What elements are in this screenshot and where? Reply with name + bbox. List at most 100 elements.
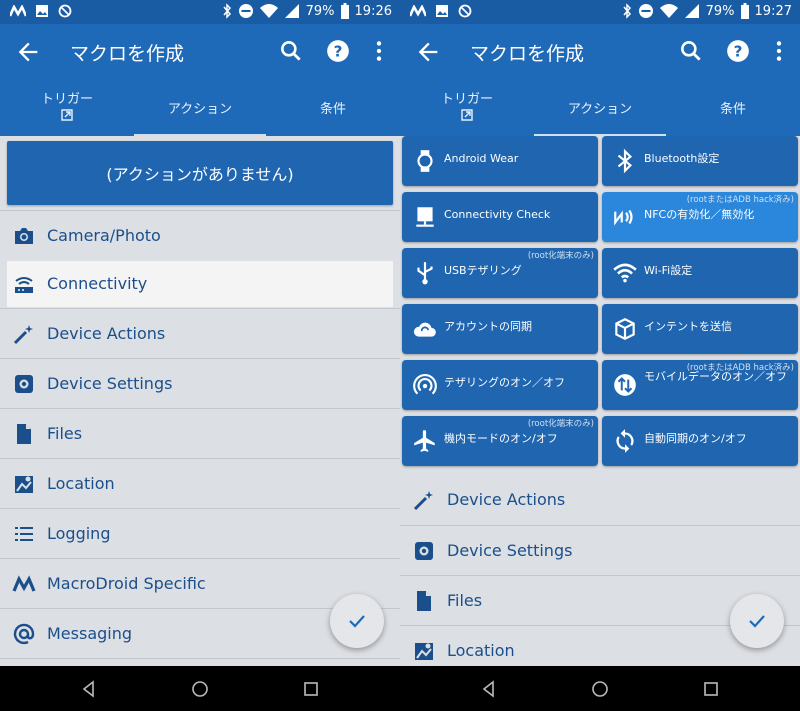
tab-condition[interactable]: 条件 bbox=[266, 80, 400, 136]
nav-recents-icon[interactable] bbox=[301, 679, 321, 699]
list-divider bbox=[0, 658, 400, 666]
action-label: Android Wear bbox=[444, 152, 519, 165]
usb-icon bbox=[417, 262, 433, 285]
category-device-settings[interactable]: Device Settings bbox=[0, 358, 400, 408]
nav-home-icon[interactable] bbox=[590, 679, 610, 699]
svg-text:?: ? bbox=[734, 42, 743, 60]
file-icon bbox=[17, 424, 31, 444]
action-bluetooth[interactable]: Bluetooth設定 bbox=[602, 136, 798, 186]
bluetooth-icon bbox=[223, 3, 231, 19]
dnd-icon bbox=[638, 4, 653, 18]
macrodroid-icon bbox=[12, 575, 36, 592]
search-icon[interactable] bbox=[278, 38, 304, 64]
category-label: Files bbox=[447, 591, 483, 610]
network-check-icon bbox=[416, 207, 434, 227]
action-connectivity-check[interactable]: Connectivity Check bbox=[402, 192, 598, 242]
navigation-bar bbox=[400, 666, 800, 711]
file-icon bbox=[417, 591, 431, 611]
action-send-intent[interactable]: インテントを送信 bbox=[602, 304, 798, 354]
help-icon[interactable]: ? bbox=[725, 38, 751, 64]
action-mobile-data[interactable]: (rootまたはADB hack済み) モバイルデータのオン／オフ bbox=[602, 360, 798, 410]
category-label: Location bbox=[47, 474, 115, 493]
category-device-actions[interactable]: Device Actions bbox=[400, 475, 800, 525]
action-nfc[interactable]: (rootまたはADB hack済み) NFCの有効化／無効化 bbox=[602, 192, 798, 242]
category-device-actions[interactable]: Device Actions bbox=[0, 308, 400, 358]
more-menu-icon[interactable] bbox=[366, 38, 392, 64]
action-airplane-mode[interactable]: (root化端末のみ) 機内モードのオン/オフ bbox=[402, 416, 598, 466]
battery-icon bbox=[340, 3, 349, 19]
action-note: (root化端末のみ) bbox=[527, 251, 594, 261]
nav-back-icon[interactable] bbox=[479, 679, 499, 699]
no-action-placeholder: (アクションがありません) bbox=[7, 141, 393, 205]
signal-icon bbox=[684, 4, 699, 18]
category-camera-photo[interactable]: Camera/Photo bbox=[0, 210, 400, 260]
image-icon bbox=[36, 5, 48, 17]
back-arrow-icon[interactable] bbox=[14, 38, 42, 66]
search-icon[interactable] bbox=[678, 38, 704, 64]
category-files[interactable]: Files bbox=[0, 408, 400, 458]
action-label: テザリングのオン／オフ bbox=[444, 376, 565, 389]
nav-home-icon[interactable] bbox=[190, 679, 210, 699]
category-label: MacroDroid Specific bbox=[47, 574, 206, 593]
watch-icon bbox=[417, 150, 433, 172]
signal-icon bbox=[284, 4, 299, 18]
open-external-icon bbox=[461, 109, 473, 121]
magic-wand-icon bbox=[13, 325, 33, 345]
tab-trigger[interactable]: トリガー bbox=[0, 80, 134, 136]
category-connectivity[interactable]: Connectivity bbox=[7, 261, 393, 307]
wifi-icon bbox=[613, 263, 637, 283]
action-note: (rootまたはADB hack済み) bbox=[686, 195, 794, 205]
magic-wand-icon bbox=[413, 491, 433, 511]
back-arrow-icon[interactable] bbox=[414, 38, 442, 66]
battery-percent: 79% bbox=[705, 3, 735, 19]
category-label: Connectivity bbox=[47, 274, 148, 293]
nfc-icon bbox=[614, 209, 633, 226]
clock: 19:27 bbox=[754, 3, 792, 19]
left-screen: 79% 19:26 マクロを作成 ? トリガー アクション 条件 (アクションが… bbox=[0, 0, 400, 711]
wifi-icon bbox=[659, 4, 678, 18]
action-label: インテントを送信 bbox=[644, 320, 732, 333]
battery-icon bbox=[740, 3, 749, 19]
action-label: NFCの有効化／無効化 bbox=[644, 208, 755, 221]
category-label: Camera/Photo bbox=[47, 226, 161, 245]
action-usb-tethering[interactable]: (root化端末のみ) USBテザリング bbox=[402, 248, 598, 298]
map-icon bbox=[15, 476, 33, 493]
dnd-icon bbox=[238, 4, 253, 18]
at-icon bbox=[13, 623, 35, 645]
app-bar: マクロを作成 ? トリガー アクション 条件 bbox=[0, 24, 400, 136]
list-icon bbox=[15, 527, 33, 541]
category-label: Location bbox=[447, 641, 515, 660]
category-label: Device Actions bbox=[447, 490, 566, 509]
tab-condition[interactable]: 条件 bbox=[666, 80, 800, 136]
navigation-bar bbox=[0, 666, 400, 711]
tab-label: 条件 bbox=[719, 102, 746, 117]
action-label: Bluetooth設定 bbox=[644, 152, 720, 165]
camera-icon bbox=[15, 228, 33, 244]
action-label: 機内モードのオン/オフ bbox=[444, 432, 558, 445]
action-android-wear[interactable]: Android Wear bbox=[402, 136, 598, 186]
confirm-fab[interactable] bbox=[730, 594, 784, 648]
tab-action[interactable]: アクション bbox=[534, 80, 666, 136]
cloud-sync-icon bbox=[413, 322, 436, 337]
action-label: Connectivity Check bbox=[444, 208, 551, 221]
action-tethering[interactable]: テザリングのオン／オフ bbox=[402, 360, 598, 410]
action-account-sync[interactable]: アカウントの同期 bbox=[402, 304, 598, 354]
action-wifi[interactable]: Wi-Fi設定 bbox=[602, 248, 798, 298]
category-label: Device Settings bbox=[447, 541, 573, 560]
status-bar: 79% 19:27 bbox=[400, 0, 800, 24]
airplane-icon bbox=[414, 430, 435, 452]
nav-recents-icon[interactable] bbox=[701, 679, 721, 699]
tab-trigger[interactable]: トリガー bbox=[400, 80, 534, 136]
help-icon[interactable]: ? bbox=[325, 38, 351, 64]
category-location[interactable]: Location bbox=[0, 458, 400, 508]
more-menu-icon[interactable] bbox=[766, 38, 792, 64]
category-logging[interactable]: Logging bbox=[0, 508, 400, 558]
category-device-settings[interactable]: Device Settings bbox=[400, 525, 800, 575]
confirm-fab[interactable] bbox=[330, 594, 384, 648]
nav-back-icon[interactable] bbox=[79, 679, 99, 699]
action-grid-area: Android Wear Bluetooth設定 Connectivity Ch… bbox=[400, 136, 800, 666]
action-label: アカウントの同期 bbox=[444, 320, 532, 333]
tab-action[interactable]: アクション bbox=[134, 80, 266, 136]
action-label: Wi-Fi設定 bbox=[644, 264, 693, 277]
action-auto-sync[interactable]: 自動同期のオン/オフ bbox=[602, 416, 798, 466]
